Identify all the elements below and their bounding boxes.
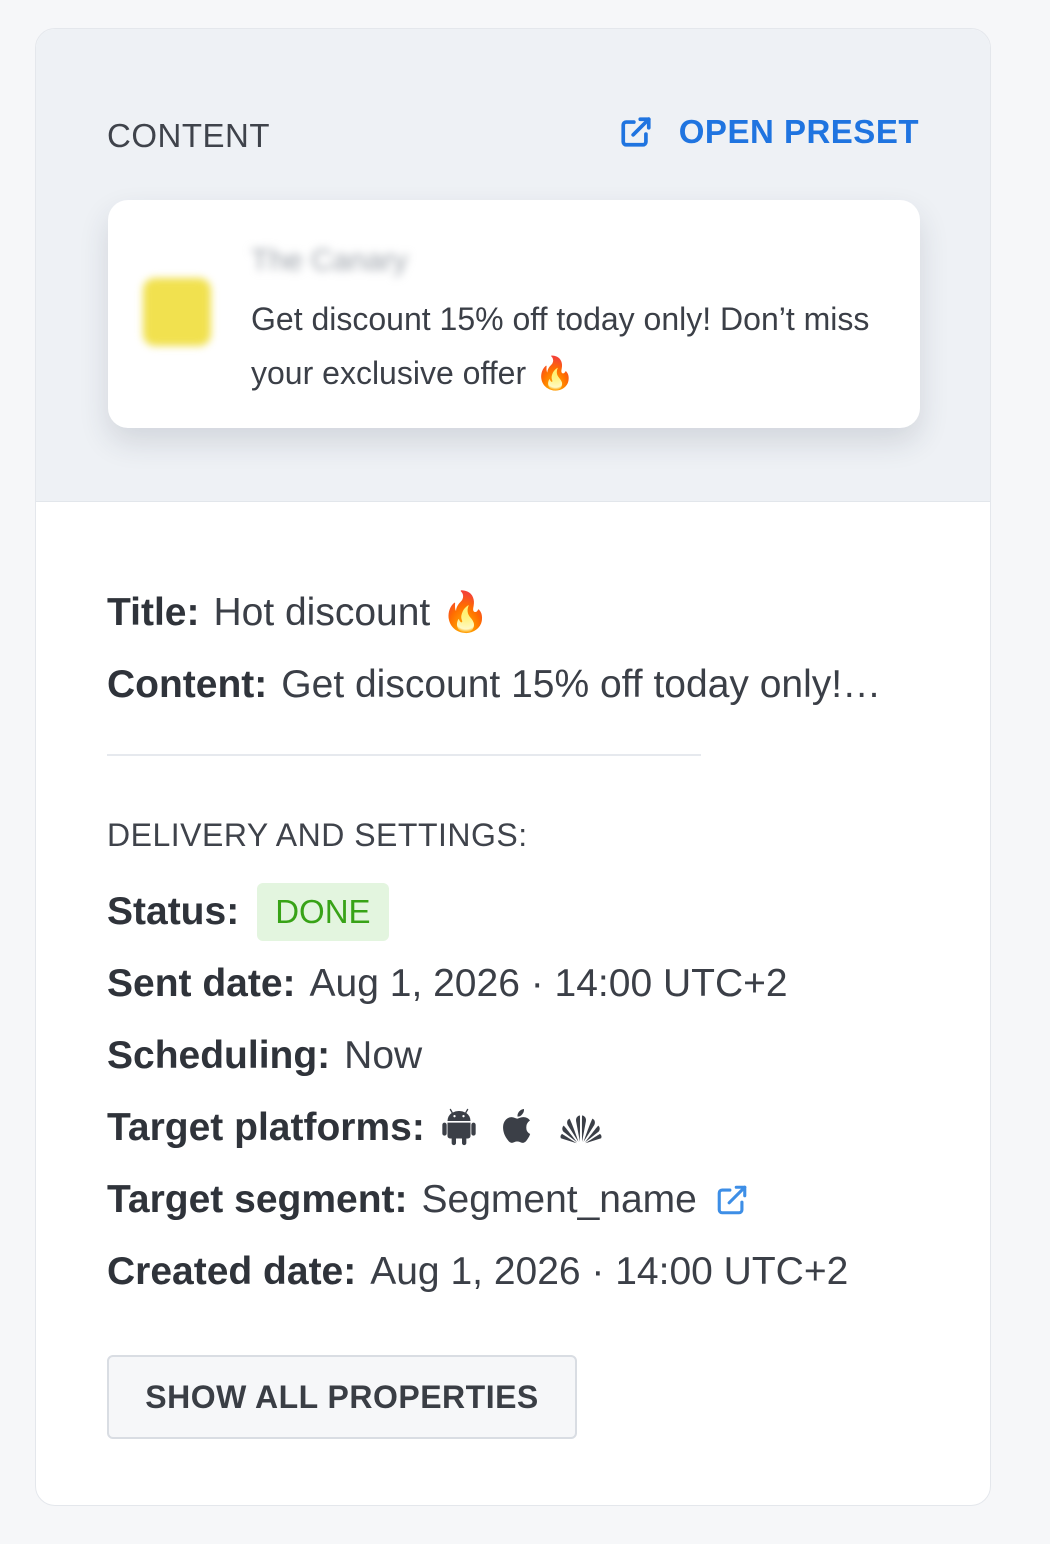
delivery-heading: DELIVERY AND SETTINGS: [107, 817, 528, 853]
app-name: The Canary [251, 244, 408, 277]
android-icon [439, 1106, 483, 1150]
target-segment-row: Target segment: Segment_name [107, 1164, 927, 1236]
target-platforms-row: Target platforms: [107, 1092, 927, 1164]
open-preset-link[interactable]: OPEN PRESET [619, 113, 919, 151]
sent-date-label: Sent date: [107, 962, 296, 1005]
show-all-properties-button[interactable]: SHOW ALL PROPERTIES [107, 1355, 577, 1439]
created-date-value: Aug 1, 2026 · 14:00 UTC+2 [370, 1250, 849, 1293]
push-notification-preview: The Canary Get discount 15% off today on… [108, 200, 920, 428]
target-segment-label: Target segment: [107, 1178, 408, 1221]
content-section: CONTENT OPEN PRESET The Canary Get disco… [36, 29, 990, 502]
target-platforms-label: Target platforms: [107, 1106, 425, 1149]
push-details-card: CONTENT OPEN PRESET The Canary Get disco… [35, 28, 991, 1506]
sent-date-row: Sent date: Aug 1, 2026 · 14:00 UTC+2 [107, 948, 927, 1020]
details-section: Title: Hot discount 🔥 Content: Get disco… [107, 577, 927, 1308]
title-value: Hot discount 🔥 [213, 591, 490, 634]
apple-icon [499, 1106, 543, 1150]
status-row: Status: DONE [107, 876, 927, 948]
sent-date-value: Aug 1, 2026 · 14:00 UTC+2 [309, 962, 788, 1005]
created-date-row: Created date: Aug 1, 2026 · 14:00 UTC+2 [107, 1236, 927, 1308]
content-row: Content: Get discount 15% off today only… [107, 649, 927, 721]
content-label: Content: [107, 663, 268, 706]
scheduling-row: Scheduling: Now [107, 1020, 927, 1092]
divider [107, 754, 701, 756]
status-label: Status: [107, 890, 240, 933]
content-section-label: CONTENT [107, 117, 270, 154]
segment-external-link-icon[interactable] [715, 1183, 749, 1217]
external-link-icon [619, 115, 653, 149]
title-row: Title: Hot discount 🔥 [107, 577, 927, 649]
content-value: Get discount 15% off today only!… [281, 663, 882, 706]
app-icon [143, 278, 211, 346]
scheduling-value: Now [344, 1034, 423, 1077]
created-date-label: Created date: [107, 1250, 357, 1293]
status-badge: DONE [257, 883, 389, 941]
scheduling-label: Scheduling: [107, 1034, 331, 1077]
open-preset-label: OPEN PRESET [678, 113, 919, 150]
notification-message: Get discount 15% off today only! Don’t m… [251, 301, 870, 391]
target-segment-value: Segment_name [421, 1178, 697, 1221]
title-label: Title: [107, 591, 200, 634]
huawei-icon [559, 1106, 603, 1150]
